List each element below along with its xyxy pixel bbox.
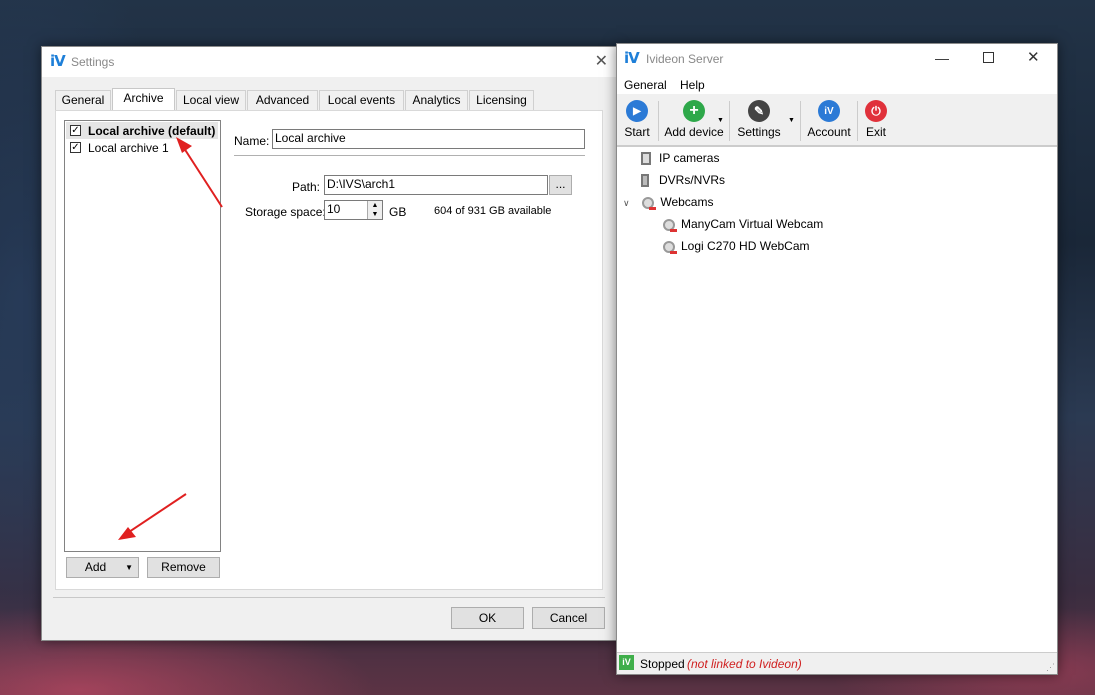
wrench-icon: ✎ [748, 100, 770, 122]
chevron-down-icon[interactable]: ∨ [623, 198, 635, 209]
toolbar: ▶ Start + Add device ▼ ✎ Settings ▼ iV A… [617, 97, 1057, 146]
archive-panel: ✓ Local archive (default) ✓ Local archiv… [55, 110, 603, 590]
storage-space-value: 10 [327, 202, 341, 216]
tab-general[interactable]: General [55, 90, 111, 110]
add-device-label: Add device [664, 125, 724, 139]
webcam-icon [642, 196, 657, 210]
add-button[interactable]: Add ▼ [66, 557, 139, 578]
path-field[interactable]: D:\IVS\arch1 [324, 175, 548, 195]
settings-dropdown-icon[interactable]: ▼ [788, 117, 795, 124]
path-label: Path: [292, 180, 321, 194]
settings-titlebar: iV Settings ✕ [42, 47, 616, 77]
archive-label-default: Local archive (default) [88, 124, 216, 138]
resize-grip-icon[interactable]: ⋰ [1046, 662, 1055, 673]
settings-button[interactable]: ✎ Settings [735, 100, 783, 139]
minimize-icon[interactable]: — [935, 50, 949, 66]
dropdown-arrow-icon[interactable]: ▼ [125, 558, 133, 577]
storage-space-stepper[interactable]: 10 ▲ ▼ [324, 200, 383, 220]
tab-bar: General Archive Local view Advanced Loca… [55, 88, 595, 111]
settings-window: iV Settings ✕ General Archive Local view… [41, 46, 617, 641]
tab-local-events[interactable]: Local events [319, 90, 404, 110]
tree-item-manycam[interactable]: ManyCam Virtual Webcam [663, 217, 824, 232]
close-icon[interactable]: ✕ [1027, 48, 1040, 66]
status-note: (not linked to Ivideon) [687, 657, 802, 671]
server-title: Ivideon Server [646, 52, 724, 66]
toolbar-separator [658, 101, 659, 141]
ip-camera-icon [641, 152, 651, 166]
name-label: Name: [234, 134, 270, 148]
tab-licensing[interactable]: Licensing [469, 90, 534, 110]
server-titlebar: iV Ivideon Server — ✕ [617, 44, 1057, 74]
browse-button[interactable]: ... [549, 175, 572, 195]
ivideon-logo: iV [624, 49, 640, 67]
tree-label-logi: Logi C270 HD WebCam [681, 239, 810, 253]
add-device-button[interactable]: + Add device [664, 100, 724, 139]
tree-label-dvrs: DVRs/NVRs [659, 173, 726, 187]
tab-local-view[interactable]: Local view [176, 90, 246, 110]
device-tree: IP cameras DVRs/NVRs ∨ Webcams ManyCam V… [617, 146, 1057, 652]
checkbox-archive-default[interactable]: ✓ [70, 125, 81, 136]
storage-space-label: Storage space: [245, 205, 326, 219]
tab-analytics[interactable]: Analytics [405, 90, 468, 110]
account-button[interactable]: iV Account [806, 100, 852, 139]
storage-available-text: 604 of 931 GB available [434, 205, 552, 217]
server-window: iV Ivideon Server — ✕ General Help ▶ Sta… [616, 43, 1058, 675]
exit-button[interactable]: ⏻ Exit [862, 100, 890, 139]
start-button[interactable]: ▶ Start [622, 100, 652, 139]
separator [234, 155, 585, 156]
tab-advanced[interactable]: Advanced [247, 90, 318, 110]
account-label: Account [807, 125, 851, 139]
webcam-disabled-icon [663, 218, 677, 232]
toolbar-separator [800, 101, 801, 141]
checkbox-archive-1[interactable]: ✓ [70, 142, 81, 153]
start-label: Start [624, 125, 650, 139]
toolbar-separator [857, 101, 858, 141]
close-icon[interactable]: ✕ [595, 51, 608, 71]
archive-list: ✓ Local archive (default) ✓ Local archiv… [64, 120, 221, 552]
archive-label-1: Local archive 1 [88, 141, 169, 155]
status-icon: iV [619, 655, 634, 670]
play-icon: ▶ [626, 100, 648, 122]
tree-item-webcams[interactable]: ∨ Webcams [623, 195, 714, 210]
tree-item-logi[interactable]: Logi C270 HD WebCam [663, 239, 810, 254]
cancel-button[interactable]: Cancel [532, 607, 605, 629]
tab-archive[interactable]: Archive [112, 88, 175, 111]
ivideon-icon: iV [818, 100, 840, 122]
tree-item-ip-cameras[interactable]: IP cameras [641, 151, 720, 166]
ivideon-logo: iV [50, 52, 66, 70]
dvr-icon [641, 174, 649, 188]
power-icon: ⏻ [865, 100, 887, 122]
settings-label: Settings [737, 125, 781, 139]
ok-button[interactable]: OK [451, 607, 524, 629]
footer-separator [53, 597, 605, 598]
settings-title: Settings [71, 55, 115, 69]
menu-bar: General Help [617, 74, 1057, 94]
tree-item-dvrs[interactable]: DVRs/NVRs [641, 173, 726, 188]
status-bar: iV Stopped (not linked to Ivideon) ⋰ [617, 652, 1057, 674]
stepper-arrows-icon[interactable]: ▲ ▼ [367, 201, 382, 219]
remove-button[interactable]: Remove [147, 557, 220, 578]
toolbar-separator [729, 101, 730, 141]
plus-icon: + [683, 100, 705, 122]
tree-label-webcams: Webcams [660, 195, 714, 209]
tree-label-manycam: ManyCam Virtual Webcam [681, 217, 824, 231]
status-text: Stopped [640, 657, 685, 671]
menu-help[interactable]: Help [680, 78, 705, 92]
webcam-disabled-icon [663, 240, 677, 254]
name-field[interactable]: Local archive [272, 129, 585, 149]
maximize-icon[interactable] [983, 52, 994, 63]
menu-general[interactable]: General [624, 78, 667, 92]
archive-list-item-default[interactable]: ✓ Local archive (default) [66, 122, 218, 139]
storage-unit-label: GB [389, 205, 407, 219]
add-device-dropdown-icon[interactable]: ▼ [717, 117, 724, 124]
add-button-label: Add [84, 560, 107, 574]
tree-label-ip-cameras: IP cameras [659, 151, 720, 165]
archive-list-item-1[interactable]: ✓ Local archive 1 [66, 139, 218, 156]
exit-label: Exit [865, 125, 886, 139]
